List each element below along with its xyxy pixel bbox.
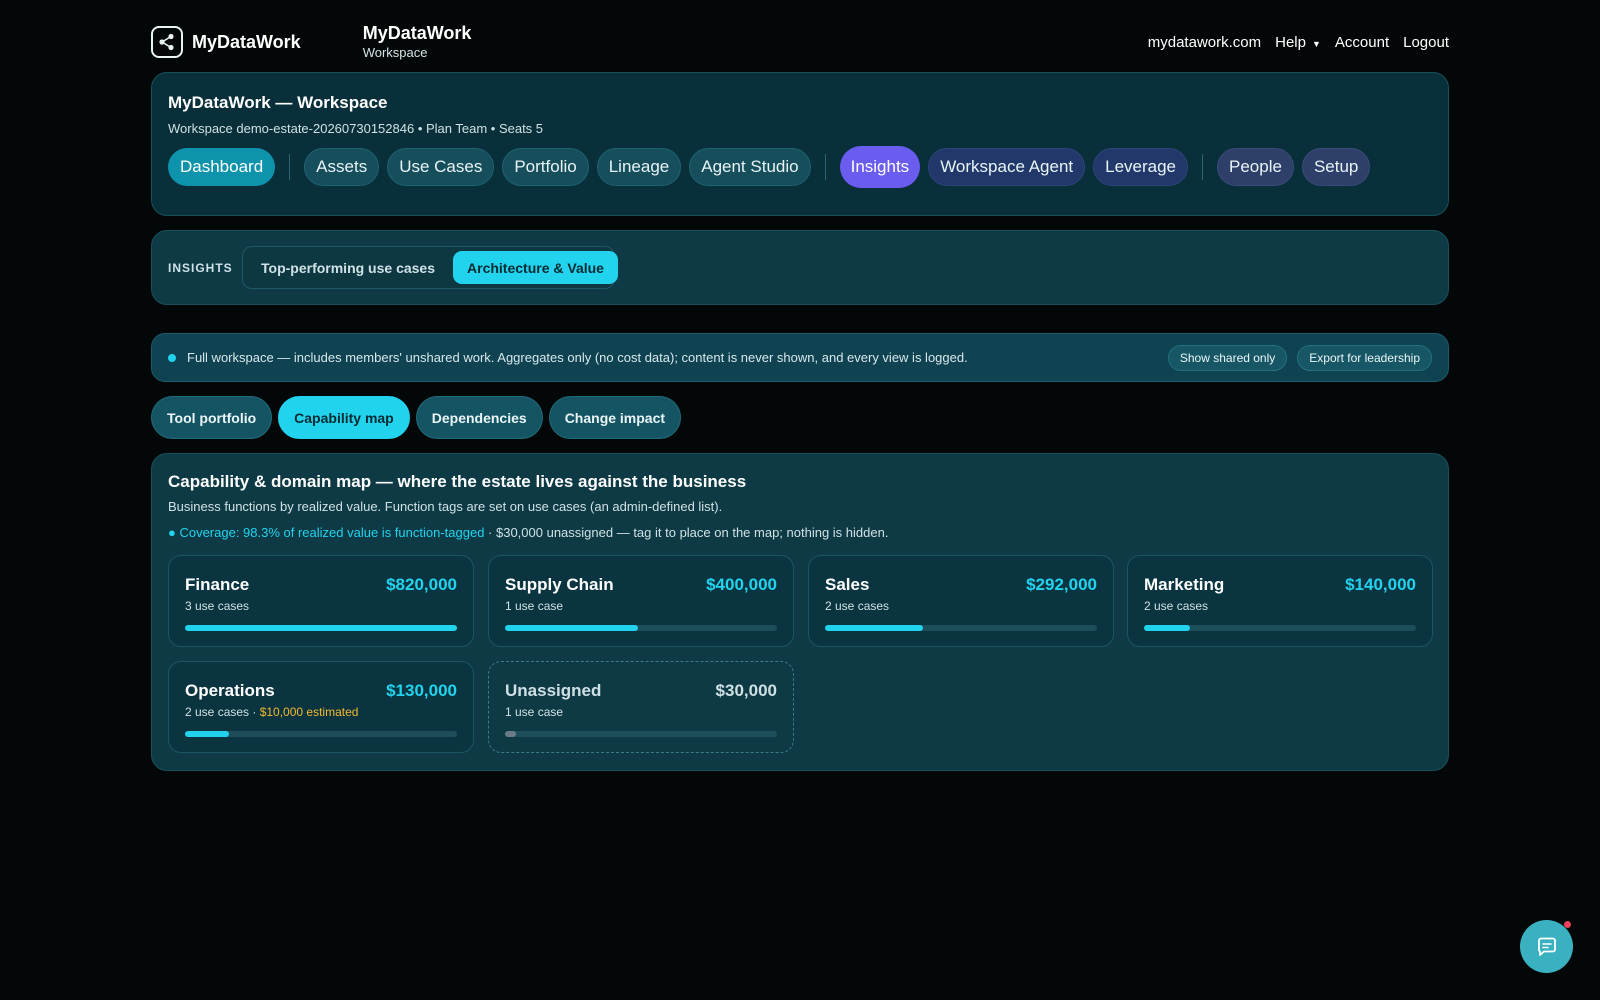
card-value: $140,000 bbox=[1345, 575, 1416, 594]
card-count: 1 use case bbox=[505, 705, 563, 719]
tab-architecture-value[interactable]: Architecture & Value bbox=[453, 251, 618, 284]
nav-portfolio[interactable]: Portfolio bbox=[502, 148, 589, 186]
nav-agent-studio[interactable]: Agent Studio bbox=[689, 148, 811, 186]
card-count: 2 use cases bbox=[1144, 599, 1208, 613]
chat-bubble-icon bbox=[1537, 937, 1556, 956]
coverage-highlight: ● Coverage: 98.3% of realized value is f… bbox=[168, 525, 485, 540]
value-bar-fill bbox=[185, 625, 457, 631]
card-name: Marketing bbox=[1144, 575, 1225, 594]
card-count: 1 use case bbox=[505, 599, 563, 613]
subtab-dependencies[interactable]: Dependencies bbox=[415, 396, 543, 439]
nav-assets[interactable]: Assets bbox=[304, 148, 380, 186]
value-bar-fill bbox=[505, 625, 639, 631]
top-links: mydatawork.com Help ▼ Account Logout bbox=[1148, 34, 1449, 51]
card-name: Operations bbox=[185, 681, 275, 700]
notice-actions: Show shared only Export for leadership bbox=[1167, 344, 1432, 371]
coverage-line: ● Coverage: 98.3% of realized value is f… bbox=[168, 525, 888, 540]
workspace-title: MyDataWork — Workspace bbox=[168, 93, 388, 112]
workspace-header-title: MyDataWork bbox=[362, 23, 472, 44]
workspace-header: MyDataWork Workspace bbox=[363, 23, 472, 61]
card-value: $400,000 bbox=[706, 575, 777, 594]
capability-card-supply-chain[interactable]: Supply Chain $400,000 1 use case bbox=[488, 555, 794, 647]
subtab-tool-portfolio[interactable]: Tool portfolio bbox=[151, 396, 273, 439]
main-nav: Dashboard Assets Use Cases Portfolio Lin… bbox=[168, 146, 1378, 188]
card-count: 2 use cases · $10,000 estimated bbox=[185, 705, 358, 719]
caret-down-icon: ▼ bbox=[1311, 38, 1321, 49]
brand-name[interactable]: MyDataWork bbox=[192, 32, 301, 53]
card-count-text: 1 use case bbox=[505, 705, 564, 719]
card-count-text: 2 use cases bbox=[1144, 599, 1209, 613]
card-value: $30,000 bbox=[715, 681, 777, 700]
architecture-subtabs: Tool portfolio Capability map Dependenci… bbox=[151, 396, 682, 439]
nav-workspace-agent[interactable]: Workspace Agent bbox=[928, 148, 1086, 186]
status-dot-icon bbox=[168, 353, 176, 362]
coverage-rest: · $30,000 unassigned — tag it to place o… bbox=[484, 525, 889, 540]
capability-card-operations[interactable]: Operations $130,000 2 use cases · $10,00… bbox=[168, 661, 474, 753]
value-bar-fill bbox=[185, 731, 229, 737]
tab-top-performing[interactable]: Top-performing use cases bbox=[247, 251, 449, 284]
help-menu[interactable]: Help ▼ bbox=[1275, 34, 1321, 51]
value-bar bbox=[1144, 625, 1416, 631]
site-link[interactable]: mydatawork.com bbox=[1148, 34, 1261, 51]
card-name: Unassigned bbox=[505, 681, 602, 700]
notification-dot-icon bbox=[1564, 921, 1571, 928]
capability-title: Capability & domain map — where the esta… bbox=[168, 472, 747, 491]
value-bar bbox=[825, 625, 1097, 631]
nav-use-cases[interactable]: Use Cases bbox=[387, 148, 495, 186]
notice-text: Full workspace — includes members' unsha… bbox=[187, 350, 968, 365]
capability-card-finance[interactable]: Finance $820,000 3 use cases bbox=[168, 555, 474, 647]
nav-leverage[interactable]: Leverage bbox=[1093, 148, 1189, 186]
insights-label: INSIGHTS bbox=[168, 261, 233, 275]
insights-panel: INSIGHTS Top-performing use cases Archit… bbox=[151, 230, 1449, 305]
nav-divider bbox=[1202, 154, 1204, 180]
help-label: Help bbox=[1275, 33, 1306, 51]
value-bar bbox=[185, 731, 457, 737]
subtab-change-impact[interactable]: Change impact bbox=[548, 396, 682, 439]
nav-dashboard[interactable]: Dashboard bbox=[168, 148, 276, 186]
card-count-text: 1 use case bbox=[505, 599, 564, 613]
value-bar bbox=[505, 731, 777, 737]
nav-lineage[interactable]: Lineage bbox=[596, 148, 682, 186]
nav-people[interactable]: People bbox=[1217, 148, 1294, 186]
value-bar-fill bbox=[505, 731, 516, 737]
share-logo-icon[interactable] bbox=[151, 26, 183, 58]
scope-notice: Full workspace — includes members' unsha… bbox=[151, 333, 1449, 382]
value-bar-fill bbox=[1144, 625, 1191, 631]
card-name: Finance bbox=[185, 575, 250, 594]
estimate-note: $10,000 estimated bbox=[259, 705, 359, 719]
workspace-meta: Workspace demo-estate-20260730152846 • P… bbox=[168, 121, 544, 136]
export-for-leadership-button[interactable]: Export for leadership bbox=[1297, 344, 1432, 371]
card-value: $130,000 bbox=[386, 681, 457, 700]
workspace-header-subtitle: Workspace bbox=[362, 44, 428, 60]
card-count: 3 use cases bbox=[185, 599, 249, 613]
value-bar bbox=[185, 625, 457, 631]
value-bar-fill bbox=[825, 625, 923, 631]
capability-card-unassigned[interactable]: Unassigned $30,000 1 use case bbox=[488, 661, 794, 753]
nav-setup[interactable]: Setup bbox=[1301, 148, 1371, 186]
chat-button[interactable] bbox=[1520, 920, 1573, 973]
capability-subtitle: Business functions by realized value. Fu… bbox=[168, 499, 723, 514]
subtab-capability-map[interactable]: Capability map bbox=[278, 396, 410, 439]
card-name: Sales bbox=[825, 575, 870, 594]
account-link[interactable]: Account bbox=[1335, 34, 1389, 51]
card-count: 2 use cases bbox=[825, 599, 889, 613]
show-shared-only-button[interactable]: Show shared only bbox=[1167, 344, 1288, 371]
nav-insights[interactable]: Insights bbox=[839, 146, 921, 188]
insights-segmented-control: Top-performing use cases Architecture & … bbox=[242, 246, 618, 289]
capability-card-marketing[interactable]: Marketing $140,000 2 use cases bbox=[1127, 555, 1433, 647]
card-count-text: 2 use cases · bbox=[185, 705, 260, 719]
workspace-nav-panel: MyDataWork — Workspace Workspace demo-es… bbox=[151, 72, 1449, 216]
card-value: $292,000 bbox=[1026, 575, 1097, 594]
card-value: $820,000 bbox=[386, 575, 457, 594]
nav-divider bbox=[289, 154, 291, 180]
nav-divider bbox=[824, 154, 826, 180]
logout-link[interactable]: Logout bbox=[1403, 34, 1449, 51]
card-count-text: 2 use cases bbox=[825, 599, 890, 613]
capability-card-sales[interactable]: Sales $292,000 2 use cases bbox=[808, 555, 1114, 647]
card-count-text: 3 use cases bbox=[185, 599, 250, 613]
capability-map-panel: Capability & domain map — where the esta… bbox=[151, 453, 1449, 771]
top-bar: MyDataWork MyDataWork Workspace mydatawo… bbox=[151, 22, 1449, 62]
card-name: Supply Chain bbox=[505, 575, 614, 594]
value-bar bbox=[505, 625, 777, 631]
